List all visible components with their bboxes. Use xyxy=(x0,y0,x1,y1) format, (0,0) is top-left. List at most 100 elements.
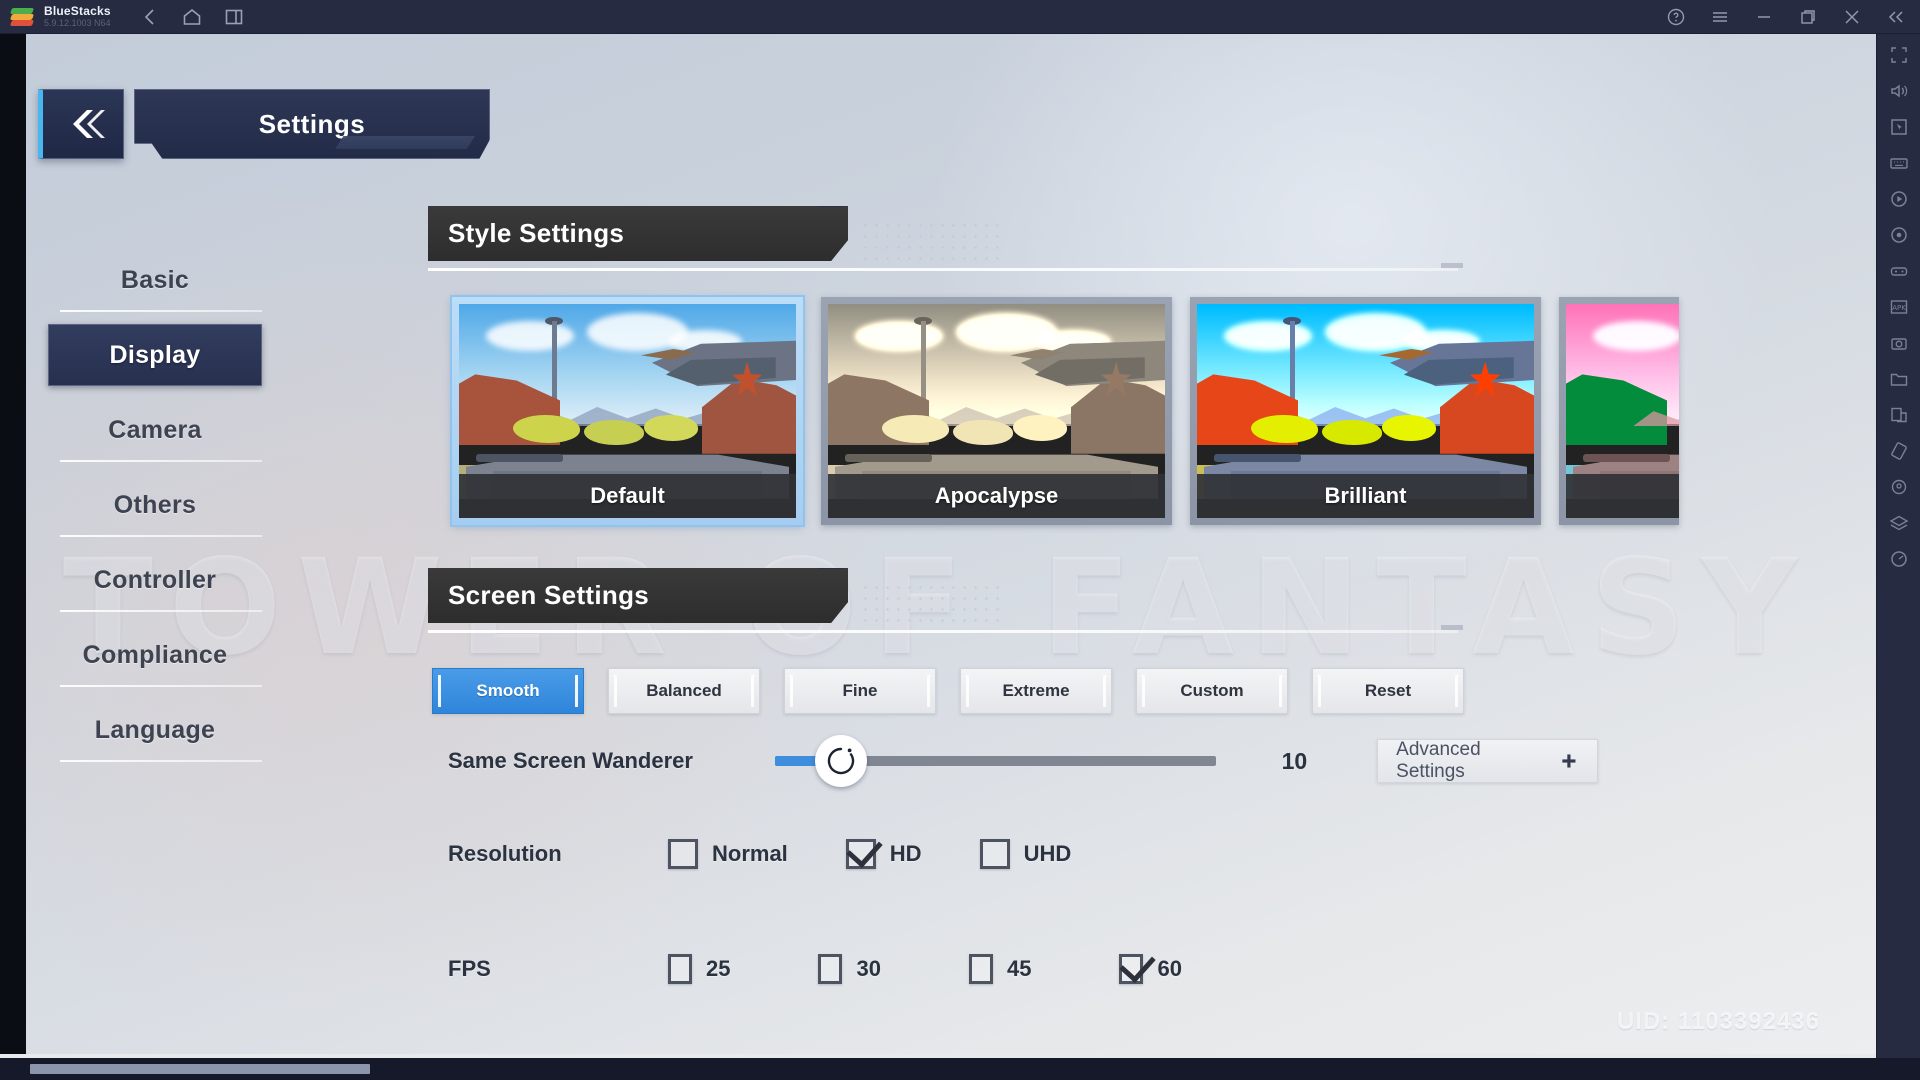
style-card-default[interactable]: Default xyxy=(452,297,803,525)
fps-option-25[interactable]: 25 xyxy=(668,954,730,984)
camera-icon[interactable] xyxy=(1888,332,1910,354)
home-icon[interactable] xyxy=(181,6,203,28)
section-title: Style Settings xyxy=(448,218,625,248)
window-icon[interactable] xyxy=(223,6,245,28)
cloud xyxy=(1223,321,1312,352)
right-toolbar: APK xyxy=(1876,34,1920,1080)
resolution-label: Resolution xyxy=(448,841,562,866)
checkbox-checked-icon[interactable] xyxy=(845,839,876,869)
taskbar-item xyxy=(30,1064,370,1074)
same-screen-wanderer-row: Same Screen Wanderer 10 Advanced Setting… xyxy=(448,735,1598,787)
foliage xyxy=(1013,415,1068,441)
help-circle-icon[interactable] xyxy=(1666,7,1686,27)
fps-option-45[interactable]: 45 xyxy=(968,954,1032,984)
rotate-icon[interactable] xyxy=(1888,440,1910,462)
hamburger-menu-icon[interactable] xyxy=(1710,7,1730,27)
slider-thumb-icon xyxy=(828,747,855,775)
quality-preset-group: Smooth Balanced Fine Extreme Custom Rese… xyxy=(432,668,1464,714)
cloud xyxy=(854,321,943,352)
sidebar-item-compliance[interactable]: Compliance xyxy=(48,624,262,687)
advanced-settings-button[interactable]: Advanced Settings xyxy=(1377,739,1598,783)
title-accent xyxy=(335,136,475,149)
option-label: 45 xyxy=(1006,956,1032,981)
close-icon[interactable] xyxy=(1842,7,1862,27)
sidebar-item-display[interactable]: Display xyxy=(48,324,262,386)
preset-button-custom[interactable]: Custom xyxy=(1136,668,1288,714)
chevron-double-left-icon[interactable] xyxy=(1886,7,1906,27)
volume-icon[interactable] xyxy=(1888,80,1910,102)
section-bar: Screen Settings xyxy=(428,568,848,623)
gamepad-icon[interactable] xyxy=(1888,260,1910,282)
app-name: BlueStacks xyxy=(44,4,111,18)
style-card-apocalypse[interactable]: Apocalypse xyxy=(821,297,1172,525)
play-circle-icon[interactable] xyxy=(1888,188,1910,210)
checkbox-checked-icon[interactable] xyxy=(1119,954,1144,984)
resolution-option-normal[interactable]: Normal xyxy=(668,839,788,869)
rail xyxy=(1213,453,1302,463)
settings-header: Settings xyxy=(38,89,490,159)
location-pin-icon[interactable] xyxy=(1888,476,1910,498)
option-label: 30 xyxy=(856,956,881,981)
cursor-icon[interactable] xyxy=(1888,116,1910,138)
sidebar-item-label: Controller xyxy=(93,565,217,594)
back-button[interactable] xyxy=(38,89,124,159)
same-screen-wanderer-slider[interactable] xyxy=(775,735,1216,787)
maximize-icon[interactable] xyxy=(1798,7,1818,27)
sidebar-item-camera[interactable]: Camera xyxy=(48,399,262,462)
sidebar-item-language[interactable]: Language xyxy=(48,699,262,762)
layers-icon[interactable] xyxy=(1888,512,1910,534)
checkbox-icon[interactable] xyxy=(818,954,843,984)
section-rule xyxy=(428,625,1463,633)
keyboard-icon[interactable] xyxy=(1888,152,1910,174)
slider-thumb[interactable] xyxy=(815,735,868,787)
rail xyxy=(475,453,564,463)
preset-button-smooth[interactable]: Smooth xyxy=(432,668,584,714)
arrow-left-icon[interactable] xyxy=(139,6,161,28)
sidebar-item-controller[interactable]: Controller xyxy=(48,549,262,612)
foliage xyxy=(644,415,699,441)
preset-button-reset[interactable]: Reset xyxy=(1312,668,1464,714)
sidebar-item-others[interactable]: Others xyxy=(48,474,262,537)
checkbox-icon[interactable] xyxy=(979,839,1010,869)
apk-plus-icon[interactable]: APK xyxy=(1888,296,1910,318)
fps-label: FPS xyxy=(448,956,491,981)
cloud xyxy=(1592,321,1679,352)
style-card-label-bar: Default xyxy=(459,474,796,518)
speedometer-icon[interactable] xyxy=(1888,548,1910,570)
checkbox-icon[interactable] xyxy=(968,954,993,984)
foliage xyxy=(1382,415,1437,441)
sidebar-item-label: Language xyxy=(94,715,216,744)
app-title-block: BlueStacks 5.9.12.1003 N64 xyxy=(44,5,111,28)
folder-icon[interactable] xyxy=(1888,368,1910,390)
sidebar-item-basic[interactable]: Basic xyxy=(48,249,262,312)
section-rule xyxy=(428,263,1463,271)
foliage xyxy=(1321,419,1383,446)
checkbox-icon[interactable] xyxy=(668,839,698,869)
resolution-row: Resolution Normal HD UHD xyxy=(448,839,1071,869)
resolution-option-hd[interactable]: HD xyxy=(845,839,922,869)
resolution-option-uhd[interactable]: UHD xyxy=(979,839,1071,869)
style-card-label: Apocalypse xyxy=(934,483,1059,508)
window-controls xyxy=(1666,7,1920,27)
same-screen-wanderer-label: Same Screen Wanderer xyxy=(448,748,693,773)
preset-button-extreme[interactable]: Extreme xyxy=(960,668,1112,714)
record-circle-icon[interactable] xyxy=(1888,224,1910,246)
style-card-preview: Apocalypse xyxy=(828,304,1165,518)
chevron-double-left-icon xyxy=(73,110,105,138)
preset-button-balanced[interactable]: Balanced xyxy=(608,668,760,714)
copy-icon[interactable] xyxy=(1888,404,1910,426)
game-viewport: TOWER OF FANTASY Settings Basic Display … xyxy=(0,34,1876,1080)
style-card-brilliant[interactable]: Brilliant xyxy=(1190,297,1541,525)
fullscreen-icon[interactable] xyxy=(1888,44,1910,66)
sidebar-item-label: Display xyxy=(109,340,201,369)
checkbox-icon[interactable] xyxy=(668,954,692,984)
minimize-icon[interactable] xyxy=(1754,7,1774,27)
style-card-partial[interactable] xyxy=(1559,297,1679,525)
settings-sidebar: Basic Display Camera Others Controller C… xyxy=(48,249,262,774)
fps-option-60[interactable]: 60 xyxy=(1119,954,1182,984)
preset-label: Custom xyxy=(1180,681,1244,700)
titlebar-nav-group xyxy=(139,6,245,28)
fps-option-30[interactable]: 30 xyxy=(818,954,881,984)
section-title: Screen Settings xyxy=(448,580,650,610)
preset-button-fine[interactable]: Fine xyxy=(784,668,936,714)
